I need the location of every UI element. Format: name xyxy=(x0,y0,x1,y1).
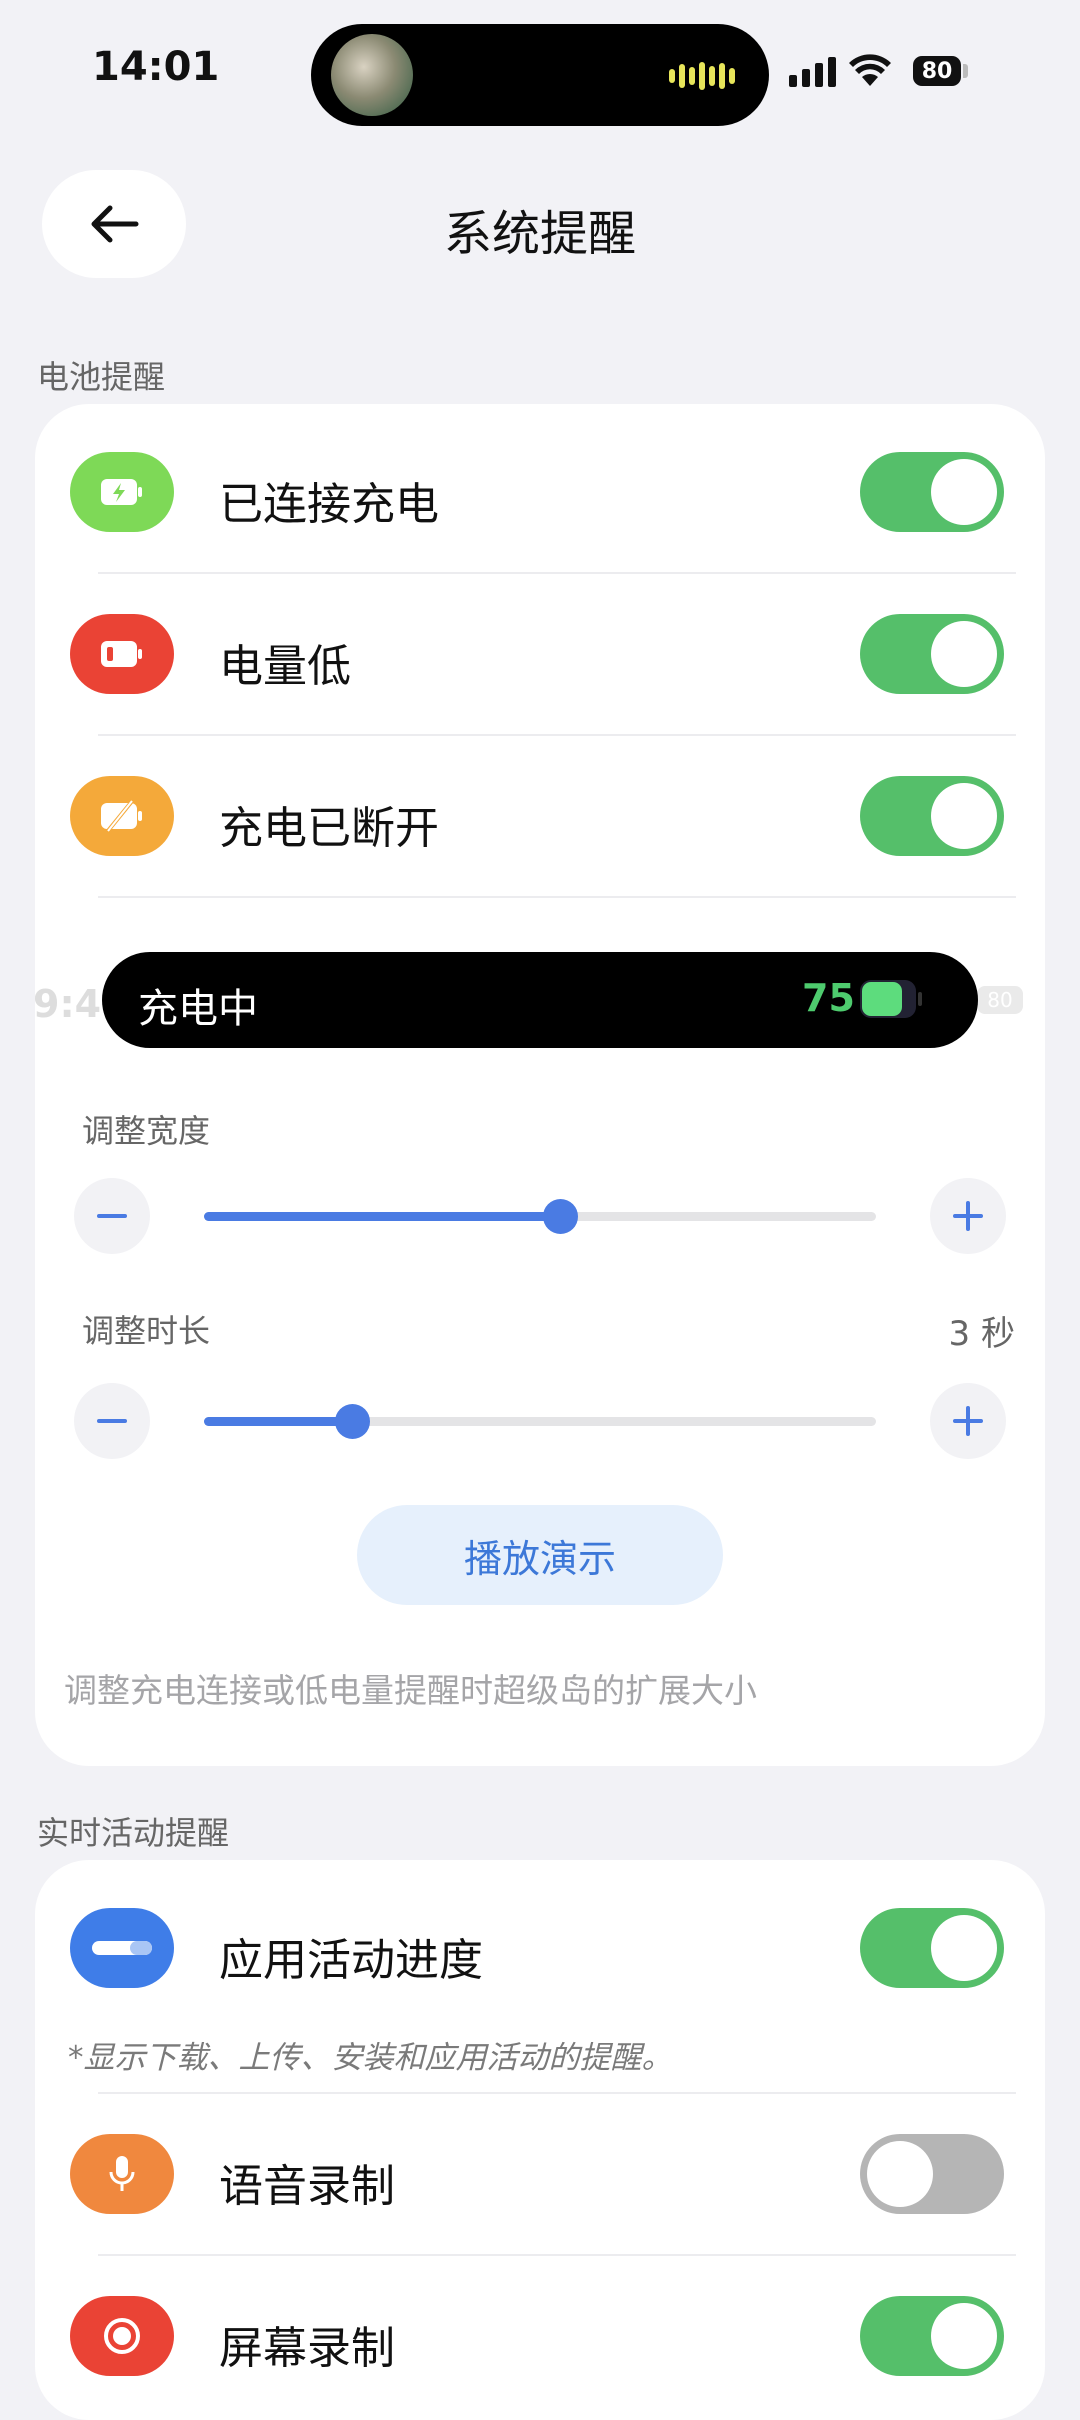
setting-row-screen-recording[interactable]: 屏幕录制 xyxy=(35,2296,1045,2376)
app-activity-note: *显示下载、上传、安装和应用活动的提醒。 xyxy=(68,2040,673,2076)
battery-icon: 80 xyxy=(913,56,961,86)
preview-battery-icon xyxy=(860,980,916,1018)
status-time: 14:01 xyxy=(92,44,220,90)
section-label-live-activity: 实时活动提醒 xyxy=(37,1814,230,1852)
setting-row-app-activity[interactable]: 应用活动进度 xyxy=(35,1908,1045,1988)
divider xyxy=(98,896,1016,898)
page-title: 系统提醒 xyxy=(443,206,636,262)
divider xyxy=(98,2254,1016,2256)
dynamic-island[interactable] xyxy=(311,24,769,126)
width-slider-thumb[interactable] xyxy=(543,1199,579,1234)
width-slider-label: 调整宽度 xyxy=(82,1112,211,1150)
preview-battery-value: 75 xyxy=(802,976,855,1020)
section-label-battery: 电池提醒 xyxy=(37,358,166,396)
width-slider[interactable] xyxy=(204,1199,876,1234)
live-activity-card: 应用活动进度 语音录制 屏幕录制 xyxy=(35,1860,1045,2420)
width-slider-fill xyxy=(204,1212,561,1221)
wifi-icon xyxy=(849,54,891,86)
island-preview: 充电中 75 xyxy=(102,952,978,1048)
duration-value: 3 秒 xyxy=(948,1314,1015,1354)
duration-slider[interactable] xyxy=(204,1404,876,1439)
duration-decrease-button[interactable] xyxy=(74,1383,150,1459)
audio-wave-icon xyxy=(669,61,735,91)
plus-icon xyxy=(953,1406,983,1436)
duration-slider-thumb[interactable] xyxy=(334,1404,370,1439)
width-increase-button[interactable] xyxy=(930,1178,1006,1254)
setting-label: 语音录制 xyxy=(219,2161,395,2212)
battery-disconnected-icon xyxy=(70,776,174,856)
width-decrease-button[interactable] xyxy=(74,1178,150,1254)
preview-text: 充电中 xyxy=(138,986,258,1032)
toggle-switch[interactable] xyxy=(860,776,1004,856)
battery-cap xyxy=(963,64,968,78)
toggle-switch[interactable] xyxy=(860,2296,1004,2376)
record-icon xyxy=(70,2296,174,2376)
divider xyxy=(98,572,1016,574)
media-avatar-icon xyxy=(331,34,413,116)
preview-battery-cap xyxy=(918,992,922,1006)
divider xyxy=(98,734,1016,736)
battery-hint-text: 调整充电连接或低电量提醒时超级岛的扩展大小 xyxy=(64,1671,757,1710)
setting-row-low-battery[interactable]: 电量低 xyxy=(35,614,1045,694)
setting-row-charging-connected[interactable]: 已连接充电 xyxy=(35,452,1045,532)
toggle-switch[interactable] xyxy=(860,452,1004,532)
ghost-time: 9:4 xyxy=(33,982,102,1026)
setting-label: 电量低 xyxy=(219,641,351,692)
minus-icon xyxy=(97,1214,127,1218)
duration-slider-label: 调整时长 xyxy=(82,1312,211,1350)
toggle-switch[interactable] xyxy=(860,1908,1004,1988)
toggle-switch[interactable] xyxy=(860,614,1004,694)
signal-icon xyxy=(789,55,836,87)
toggle-switch[interactable] xyxy=(860,2134,1004,2214)
setting-label: 充电已断开 xyxy=(219,803,439,854)
play-demo-button[interactable]: 播放演示 xyxy=(357,1505,723,1605)
setting-label: 屏幕录制 xyxy=(219,2323,395,2374)
battery-low-icon xyxy=(70,614,174,694)
duration-increase-button[interactable] xyxy=(930,1383,1006,1459)
microphone-icon xyxy=(70,2134,174,2214)
setting-row-voice-recording[interactable]: 语音录制 xyxy=(35,2134,1045,2214)
minus-icon xyxy=(97,1419,127,1423)
plus-icon xyxy=(953,1201,983,1231)
setting-label: 已连接充电 xyxy=(219,479,439,530)
duration-slider-fill xyxy=(204,1417,352,1426)
setting-label: 应用活动进度 xyxy=(219,1935,483,1986)
divider xyxy=(98,2092,1016,2094)
battery-level: 80 xyxy=(921,58,953,84)
ghost-battery: 80 xyxy=(977,986,1023,1014)
battery-charging-icon xyxy=(70,452,174,532)
progress-bar-icon xyxy=(70,1908,174,1988)
setting-row-charging-disconnected[interactable]: 充电已断开 xyxy=(35,776,1045,856)
